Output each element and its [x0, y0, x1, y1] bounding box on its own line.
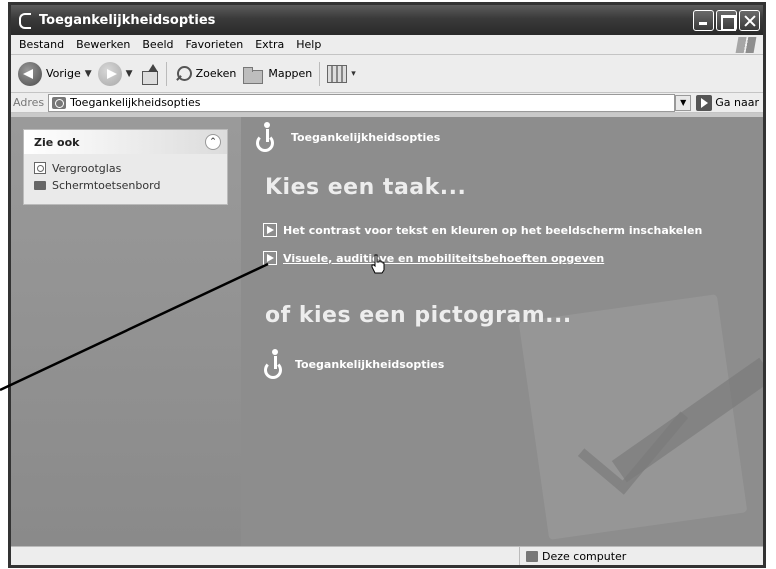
- views-button[interactable]: ▾: [324, 59, 359, 89]
- views-icon: [327, 64, 348, 83]
- menu-bestand[interactable]: Bestand: [13, 38, 70, 51]
- icon-heading: of kies een pictogram...: [265, 303, 572, 328]
- address-bar: Adres Toegankelijkheidsopties ▼ Ga naar: [11, 93, 763, 113]
- content-area: Zie ook ⌃ Vergrootglas Schermtoetsenbord: [11, 117, 763, 546]
- folders-button[interactable]: Mappen: [239, 59, 315, 89]
- category-title: Toegankelijkheidsopties: [291, 130, 441, 144]
- windows-logo-icon: [737, 37, 755, 53]
- address-folder-icon: [52, 96, 67, 109]
- menu-bar: Bestand Bewerken Beeld Favorieten Extra …: [11, 35, 763, 55]
- search-icon: [174, 65, 192, 83]
- menu-beeld[interactable]: Beeld: [136, 38, 179, 51]
- see-also-panel: Zie ook ⌃ Vergrootglas Schermtoetsenbord: [23, 129, 228, 205]
- see-also-item-onscreen-keyboard[interactable]: Schermtoetsenbord: [34, 177, 217, 193]
- status-location-label: Deze computer: [542, 549, 627, 563]
- task-label: Visuele, auditieve en mobiliteitsbehoeft…: [283, 251, 605, 265]
- category-pane: Toegankelijkheidsopties Kies een taak...…: [241, 117, 763, 546]
- go-arrow-icon: [696, 94, 713, 111]
- menu-help[interactable]: Help: [290, 38, 327, 51]
- address-dropdown-icon[interactable]: ▼: [675, 94, 692, 111]
- address-input[interactable]: Toegankelijkheidsopties: [48, 93, 676, 112]
- status-bar: Deze computer: [11, 546, 763, 565]
- back-arrow-icon: [18, 61, 42, 86]
- icon-label: Toegankelijkheidsopties: [295, 357, 445, 371]
- control-panel-icon-accessibility[interactable]: Toegankelijkheidsopties: [263, 349, 444, 379]
- up-folder-icon: [139, 63, 159, 85]
- up-button[interactable]: [136, 59, 162, 89]
- minimize-icon[interactable]: [693, 9, 714, 31]
- chevron-down-icon[interactable]: ▼: [85, 69, 92, 79]
- chevron-down-icon[interactable]: ▾: [351, 69, 356, 79]
- go-label: Ga naar: [715, 96, 759, 109]
- see-also-title: Zie ook: [34, 135, 80, 149]
- chevron-down-icon[interactable]: ▼: [126, 69, 133, 79]
- task-arrow-icon: [263, 223, 277, 237]
- forward-arrow-icon: [97, 61, 122, 86]
- see-also-header[interactable]: Zie ook ⌃: [24, 130, 227, 154]
- menu-favorieten[interactable]: Favorieten: [180, 38, 250, 51]
- task-heading: Kies een taak...: [265, 175, 467, 200]
- folders-label: Mappen: [268, 67, 313, 80]
- computer-icon: [526, 550, 538, 562]
- keyboard-icon: [34, 180, 46, 190]
- window-title: Toegankelijkheidsopties: [39, 12, 216, 28]
- forward-button[interactable]: ▼: [95, 59, 136, 89]
- back-button[interactable]: Vorige ▼: [15, 59, 95, 89]
- category-header: Toegankelijkheidsopties: [241, 117, 763, 157]
- see-also-label: Schermtoetsenbord: [52, 178, 161, 192]
- close-icon[interactable]: [739, 9, 760, 31]
- explorer-window: Toegankelijkheidsopties Bestand Bewerken…: [8, 2, 766, 568]
- toolbar: Vorige ▼ ▼ Zoeken Mappen ▾: [11, 55, 763, 93]
- search-button[interactable]: Zoeken: [171, 59, 240, 89]
- title-bar[interactable]: Toegankelijkheidsopties: [11, 5, 763, 35]
- see-also-item-magnifier[interactable]: Vergrootglas: [34, 160, 217, 176]
- collapse-icon[interactable]: ⌃: [205, 134, 221, 150]
- task-link-needs[interactable]: Visuele, auditieve en mobiliteitsbehoeft…: [263, 251, 604, 265]
- menu-bewerken[interactable]: Bewerken: [70, 38, 136, 51]
- go-button[interactable]: Ga naar: [692, 94, 763, 111]
- task-label: Het contrast voor tekst en kleuren op he…: [283, 223, 703, 237]
- menu-extra[interactable]: Extra: [249, 38, 290, 51]
- accessibility-icon: [263, 349, 289, 379]
- address-value: Toegankelijkheidsopties: [70, 96, 201, 109]
- back-label: Vorige: [46, 67, 81, 80]
- task-arrow-icon: [263, 251, 277, 265]
- hand-cursor-icon: [371, 254, 385, 274]
- search-label: Zoeken: [195, 67, 237, 80]
- app-icon: [17, 12, 33, 29]
- accessibility-icon: [255, 122, 281, 152]
- status-location: Deze computer: [519, 546, 627, 565]
- maximize-icon[interactable]: [716, 9, 737, 31]
- see-also-body: Vergrootglas Schermtoetsenbord: [24, 154, 227, 204]
- toolbar-separator: [319, 61, 321, 86]
- task-link-contrast[interactable]: Het contrast voor tekst en kleuren op he…: [263, 223, 702, 237]
- see-also-label: Vergrootglas: [52, 161, 122, 175]
- task-pane: Zie ook ⌃ Vergrootglas Schermtoetsenbord: [11, 117, 241, 546]
- window-controls: [693, 9, 760, 31]
- address-label: Adres: [13, 96, 45, 109]
- toolbar-separator: [165, 61, 167, 86]
- folders-icon: [242, 65, 264, 84]
- magnifier-icon: [34, 162, 46, 174]
